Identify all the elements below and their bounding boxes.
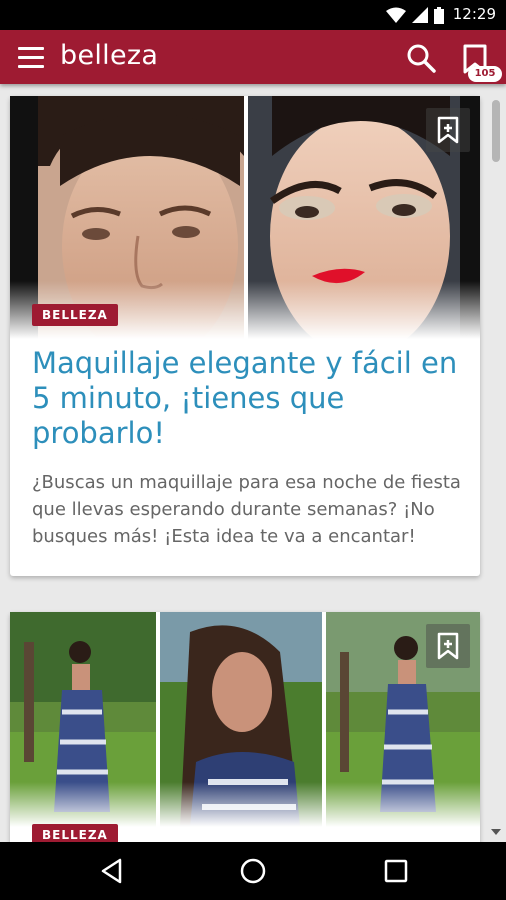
scroll-down-arrow-icon[interactable]	[490, 828, 502, 836]
fashion-dress-photo	[10, 612, 480, 827]
status-bar: 12:29	[0, 0, 506, 30]
makeup-before-after-photo	[10, 96, 480, 339]
article-image[interactable]	[10, 612, 480, 827]
cell-signal-icon	[412, 7, 428, 23]
article-title[interactable]: Maquillaje elegante y fácil en 5 minuto,…	[32, 346, 462, 451]
home-icon[interactable]	[239, 857, 267, 885]
category-badge[interactable]: BELLEZA	[32, 304, 118, 326]
app-title: belleza	[60, 40, 159, 71]
save-article-button[interactable]	[426, 108, 470, 152]
recents-icon[interactable]	[382, 857, 410, 885]
wifi-icon	[386, 7, 406, 23]
battery-icon	[434, 6, 444, 24]
scrollbar-thumb[interactable]	[492, 100, 500, 162]
search-icon[interactable]	[405, 42, 437, 74]
menu-icon[interactable]	[18, 45, 44, 69]
system-nav-bar	[0, 842, 506, 900]
bookmark-add-icon	[437, 116, 459, 144]
status-time: 12:29	[452, 5, 496, 23]
bookmark-add-icon	[437, 632, 459, 660]
article-excerpt: ¿Buscas un maquillaje para esa noche de …	[32, 472, 461, 547]
app-bar: belleza 105	[0, 30, 506, 84]
bookmark-count-badge: 105	[468, 66, 502, 82]
status-icons	[386, 6, 444, 24]
save-article-button[interactable]	[426, 624, 470, 668]
back-icon[interactable]	[98, 857, 126, 885]
article-card[interactable]: BELLEZA	[10, 612, 480, 842]
category-badge[interactable]: BELLEZA	[32, 824, 118, 842]
article-image[interactable]	[10, 96, 480, 339]
article-card[interactable]: BELLEZA Maquillaje elegante y fácil en 5…	[10, 96, 480, 576]
article-feed[interactable]: BELLEZA Maquillaje elegante y fácil en 5…	[0, 84, 506, 842]
